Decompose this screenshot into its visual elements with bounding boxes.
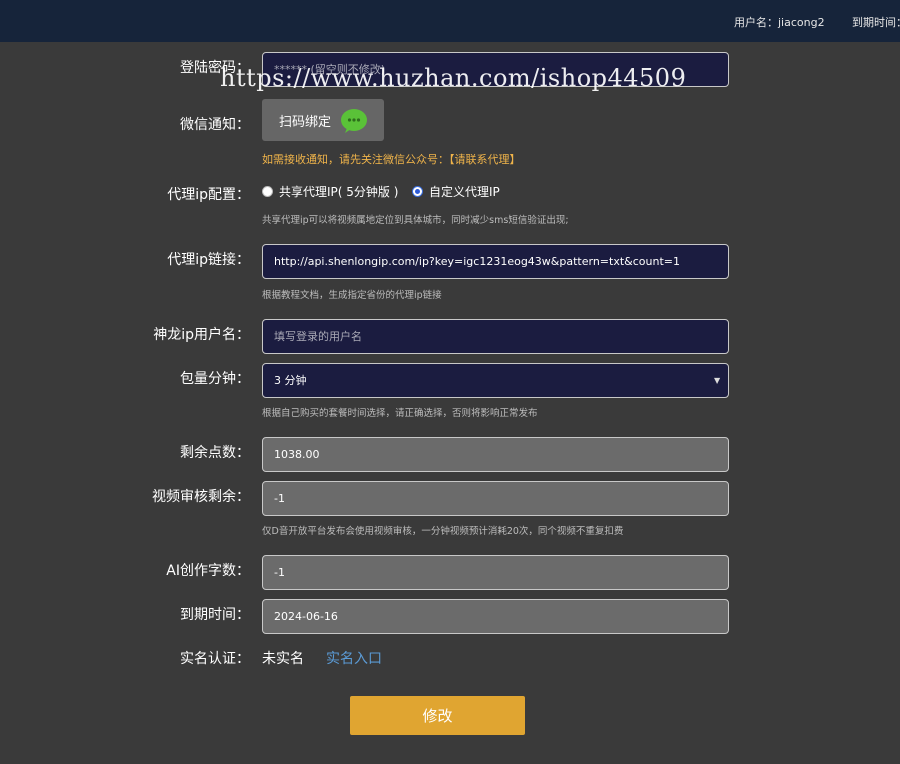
wechat-bind-label: 扫码绑定 [279, 115, 332, 130]
ai-words-field: -1 [262, 555, 729, 590]
ai-words-label: AI创作字数： [166, 563, 250, 579]
expire-display: 到期时间： [852, 16, 900, 29]
package-hint: 根据自己购买的套餐时间选择，请正确选择，否则将影响正常发布 [262, 408, 538, 419]
realname-link[interactable]: 实名入口 [326, 648, 382, 668]
video-review-label: 视频审核剩余： [152, 489, 250, 505]
wechat-icon [341, 109, 367, 133]
proxy-config-hint: 共享代理ip可以将视频属地定位到具体城市，同时减少sms短信验证出现; [262, 215, 569, 226]
proxy-link-label: 代理ip链接： [167, 252, 250, 268]
realname-status: 未实名 [262, 651, 304, 667]
shenlong-user-placeholder: 填写登录的用户名 [274, 330, 362, 343]
proxy-config-label: 代理ip配置： [167, 187, 250, 203]
username-display: 用户名：jiacong2 [734, 16, 825, 29]
expire-date-label: 到期时间： [180, 607, 250, 623]
points-label: 剩余点数： [180, 445, 250, 461]
shenlong-user-input[interactable]: 填写登录的用户名 [262, 319, 729, 354]
video-review-hint: 仅D音开放平台发布会使用视频审核，一分钟视频预计消耗20次，同个视频不重复扣费 [262, 526, 624, 537]
proxy-custom-label[interactable]: 自定义代理IP [429, 183, 500, 200]
wechat-label: 微信通知： [180, 117, 250, 133]
proxy-custom-radio[interactable] [412, 186, 423, 197]
proxy-link-input[interactable]: http://api.shenlongip.com/ip?key=igc1231… [262, 244, 729, 279]
top-bar: 用户名：jiacong2 到期时间： [0, 0, 900, 42]
realname-label: 实名认证： [180, 651, 250, 667]
proxy-shared-radio[interactable] [262, 186, 273, 197]
proxy-shared-label[interactable]: 共享代理IP( 5分钟版 ) [279, 183, 398, 200]
expire-date-field: 2024-06-16 [262, 599, 729, 634]
package-select[interactable]: 3 分钟 [262, 363, 729, 398]
points-field: 1038.00 [262, 437, 729, 472]
wechat-notice: 如需接收通知，请先关注微信公众号：【请联系代理】 [262, 153, 521, 166]
package-label: 包量分钟： [180, 371, 250, 387]
video-review-field: -1 [262, 481, 729, 516]
chevron-down-icon: ▼ [714, 376, 721, 385]
proxy-link-hint: 根据教程文档，生成指定省份的代理ip链接 [262, 290, 442, 301]
submit-button[interactable]: 修改 [350, 696, 525, 735]
watermark-text: https://www.huzhan.com/ishop44509 [220, 64, 687, 92]
shenlong-user-label: 神龙ip用户名： [153, 327, 250, 343]
